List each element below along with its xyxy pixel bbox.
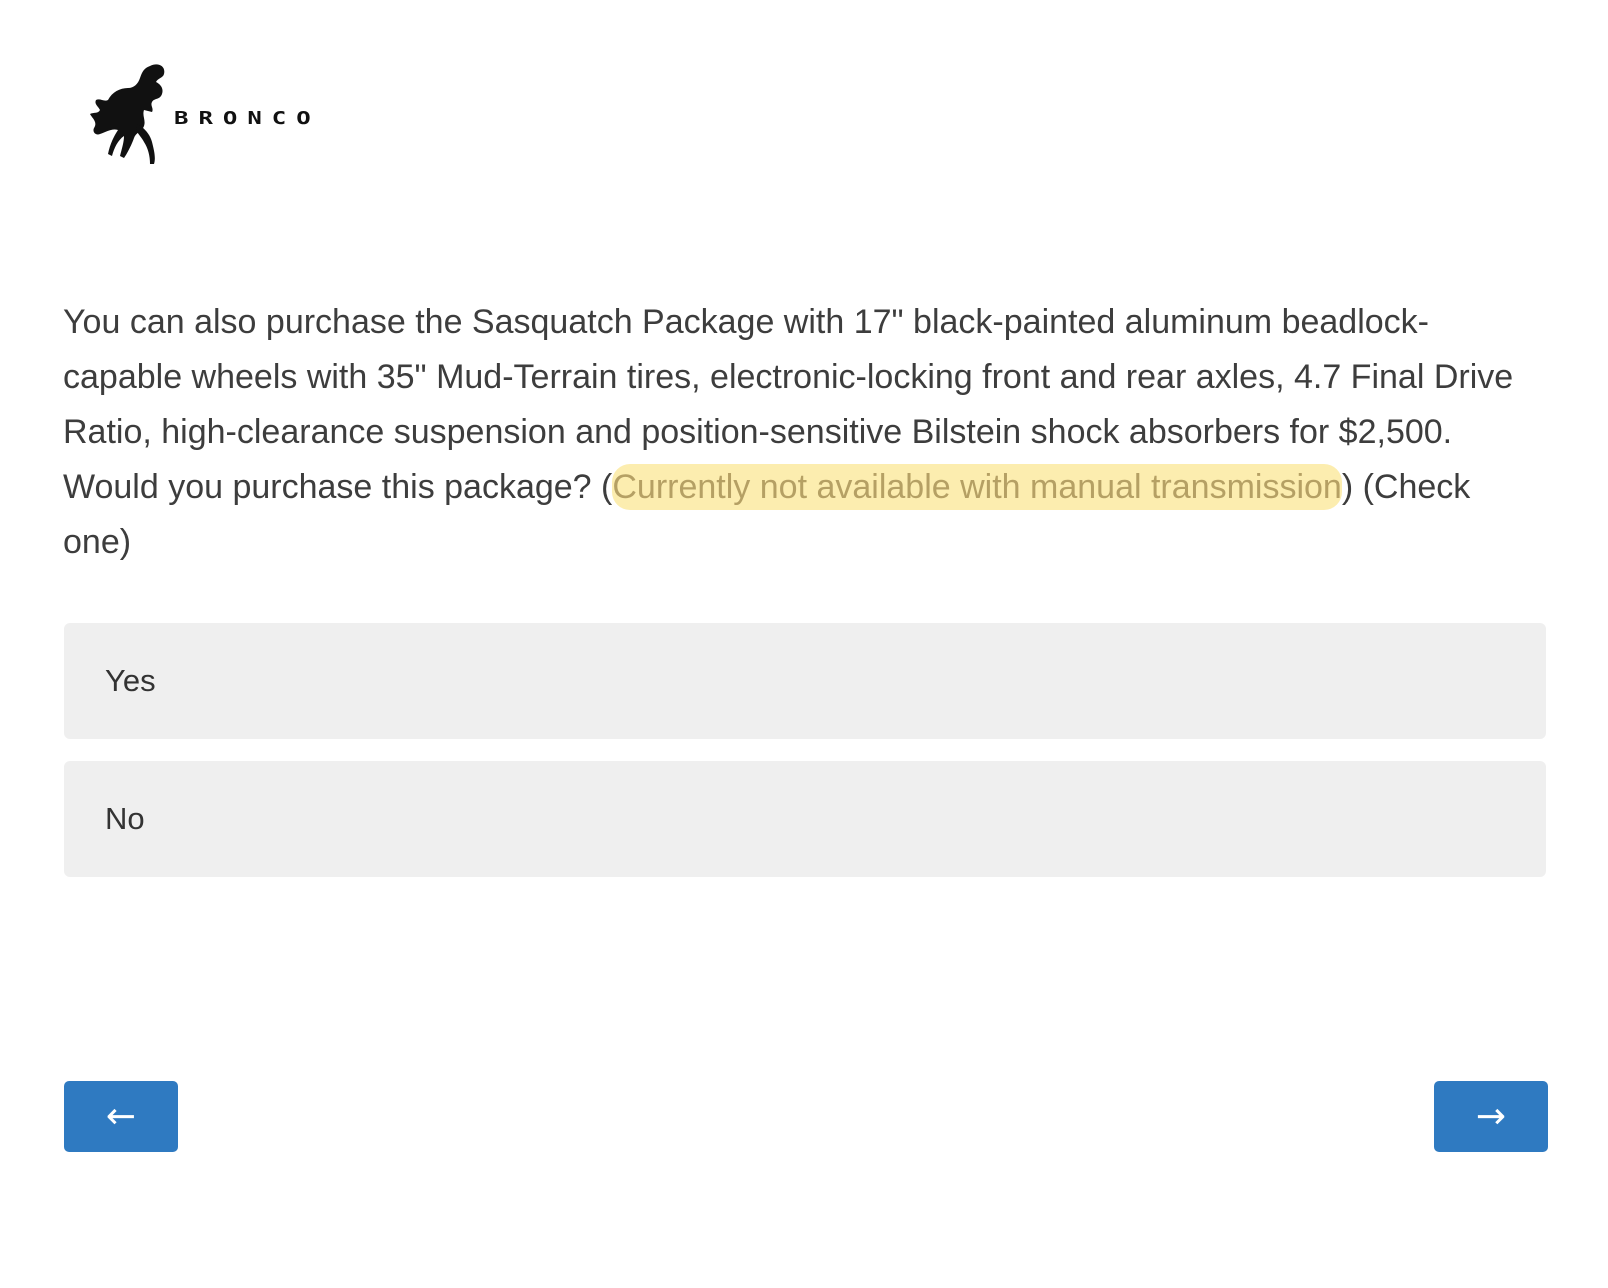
back-button[interactable]: ← bbox=[64, 1081, 178, 1152]
bronco-logo: BRONCO bbox=[88, 62, 321, 166]
logo-wordmark: BRONCO bbox=[174, 107, 321, 129]
highlighted-note: Currently not available with manual tran… bbox=[612, 464, 1342, 510]
bucking-horse-icon bbox=[90, 64, 165, 164]
question-text: You can also purchase the Sasquatch Pack… bbox=[63, 295, 1523, 570]
arrow-left-icon: ← bbox=[105, 1096, 137, 1137]
choice-no-label: No bbox=[105, 801, 145, 836]
choice-no-option[interactable]: No bbox=[64, 761, 1546, 877]
choice-yes-label: Yes bbox=[105, 663, 156, 698]
next-button[interactable]: → bbox=[1434, 1081, 1548, 1152]
choice-yes-option[interactable]: Yes bbox=[64, 623, 1546, 739]
arrow-right-icon: → bbox=[1475, 1096, 1507, 1137]
